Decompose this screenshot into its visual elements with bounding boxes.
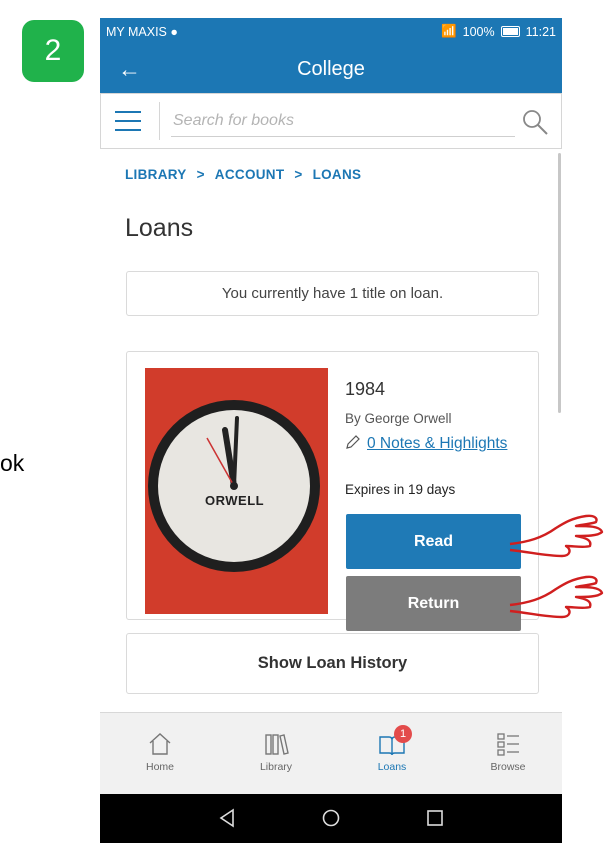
clock-illustration — [148, 400, 320, 572]
loan-count-message: You currently have 1 title on loan. — [126, 271, 539, 316]
breadcrumb-separator: > — [196, 167, 205, 182]
loan-card: ORWELL 1984 By George Orwell 0 Notes & H… — [126, 351, 539, 631]
battery-percent: 100% — [462, 24, 495, 39]
nav-label: Loans — [377, 761, 407, 773]
nav-loans[interactable]: 1 Loans — [352, 725, 432, 793]
home-icon — [149, 733, 171, 755]
app-bar: ← College — [100, 45, 562, 93]
phone-screen: MY MAXIS ● 📶 100% 11:21 ← College LIBRAR… — [100, 18, 562, 843]
book-author: By George Orwell — [345, 411, 452, 426]
breadcrumb-loans[interactable]: LOANS — [313, 167, 362, 182]
notes-highlights-link[interactable]: 0 Notes & Highlights — [367, 435, 507, 452]
search-bar — [100, 93, 562, 149]
pointing-hand-icon — [509, 575, 604, 619]
recent-apps-icon[interactable] — [426, 808, 444, 828]
browse-icon — [497, 733, 519, 756]
cover-author-text: ORWELL — [205, 493, 265, 508]
loan-expiry-text: Expires in 19 days — [345, 482, 456, 497]
status-bar: MY MAXIS ● 📶 100% 11:21 — [100, 18, 562, 45]
breadcrumb-library[interactable]: LIBRARY — [125, 167, 187, 182]
back-triangle-icon[interactable] — [218, 808, 236, 828]
page-title: Loans — [125, 214, 194, 242]
battery-icon — [500, 26, 520, 37]
step-number-badge: 2 — [22, 20, 84, 82]
pencil-icon — [346, 435, 360, 449]
pointing-hand-icon — [509, 514, 604, 558]
bottom-navigation: Home Library 1 Loans Browse — [100, 712, 562, 794]
scrollbar[interactable] — [558, 153, 561, 413]
notes-row: 0 Notes & Highlights — [345, 432, 525, 455]
system-navigation-bar — [100, 794, 562, 843]
nav-library[interactable]: Library — [236, 731, 316, 793]
search-icon[interactable] — [521, 108, 549, 136]
show-loan-history-button[interactable]: Show Loan History — [126, 633, 539, 694]
breadcrumb-separator: > — [294, 167, 303, 182]
home-circle-icon[interactable] — [321, 808, 341, 828]
nav-browse[interactable]: Browse — [468, 731, 548, 793]
library-icon — [265, 734, 289, 755]
loans-count-badge: 1 — [394, 725, 412, 743]
hamburger-menu-icon[interactable] — [115, 111, 141, 131]
breadcrumb: LIBRARY > ACCOUNT > LOANS — [125, 167, 361, 182]
breadcrumb-account[interactable]: ACCOUNT — [215, 167, 285, 182]
return-button[interactable]: Return — [346, 576, 521, 631]
nav-home[interactable]: Home — [120, 731, 200, 793]
nav-label: Library — [259, 761, 293, 773]
side-caption-text: ok — [0, 450, 25, 476]
search-input[interactable] — [171, 106, 515, 137]
signal-wifi-icon: 📶 — [441, 24, 457, 38]
nav-label: Home — [145, 761, 174, 773]
read-button[interactable]: Read — [346, 514, 521, 569]
book-title: 1984 — [345, 379, 386, 399]
book-cover[interactable]: ORWELL — [145, 368, 328, 614]
status-carrier: MY MAXIS ● — [106, 24, 178, 39]
nav-label: Browse — [490, 761, 526, 773]
status-time: 11:21 — [525, 24, 556, 39]
app-title: College — [297, 58, 365, 80]
